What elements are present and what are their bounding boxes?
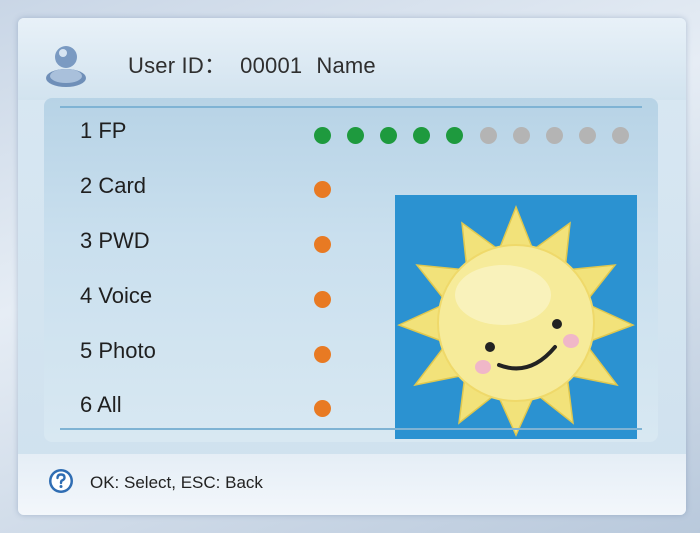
pwd-status-dot bbox=[314, 236, 331, 253]
fp-progress-dot-8 bbox=[546, 127, 563, 144]
menu-item-voice[interactable]: 4 Voice bbox=[80, 283, 152, 309]
fp-progress-dot-4 bbox=[413, 127, 430, 144]
menu-item-card[interactable]: 2 Card bbox=[80, 173, 146, 199]
footer-hint: OK: Select, ESC: Back bbox=[90, 473, 263, 492]
fp-progress-dot-5 bbox=[446, 127, 463, 144]
all-status-dot bbox=[314, 400, 331, 417]
fp-progress-dot-7 bbox=[513, 127, 530, 144]
voice-status-dot bbox=[314, 291, 331, 308]
photo-status-dot bbox=[314, 346, 331, 363]
menu-item-all[interactable]: 6 All bbox=[80, 392, 122, 418]
enroll-screen: User ID： 00001 Name 1 FP 2 Card 3 PWD 4 Vo… bbox=[18, 18, 686, 515]
user-icon bbox=[46, 46, 86, 87]
divider-top bbox=[60, 106, 642, 108]
verification-menu-panel: 1 FP 2 Card 3 PWD 4 Voice 5 Photo 6 All bbox=[44, 98, 658, 442]
user-id-value: 00001 bbox=[240, 53, 303, 78]
menu-item-pwd[interactable]: 3 PWD bbox=[80, 228, 150, 254]
header-bar: User ID： 00001 Name bbox=[18, 18, 686, 100]
fp-progress-dot-6 bbox=[480, 127, 497, 144]
smiling-sun-image bbox=[397, 204, 635, 437]
fp-progress-dot-9 bbox=[579, 127, 596, 144]
fp-progress-dot-10 bbox=[612, 127, 629, 144]
user-id-label: User ID： bbox=[128, 53, 227, 78]
fp-progress-dot-3 bbox=[380, 127, 397, 144]
help-icon bbox=[49, 469, 73, 493]
divider-bottom bbox=[60, 428, 642, 430]
menu-item-photo[interactable]: 5 Photo bbox=[80, 338, 156, 364]
name-label: Name bbox=[316, 53, 376, 78]
menu-item-fp[interactable]: 1 FP bbox=[80, 118, 126, 144]
user-photo bbox=[395, 195, 637, 439]
fp-progress-dot-1 bbox=[314, 127, 331, 144]
card-status-dot bbox=[314, 181, 331, 198]
fp-progress-dot-2 bbox=[347, 127, 364, 144]
footer-bar: OK: Select, ESC: Back bbox=[18, 454, 686, 515]
